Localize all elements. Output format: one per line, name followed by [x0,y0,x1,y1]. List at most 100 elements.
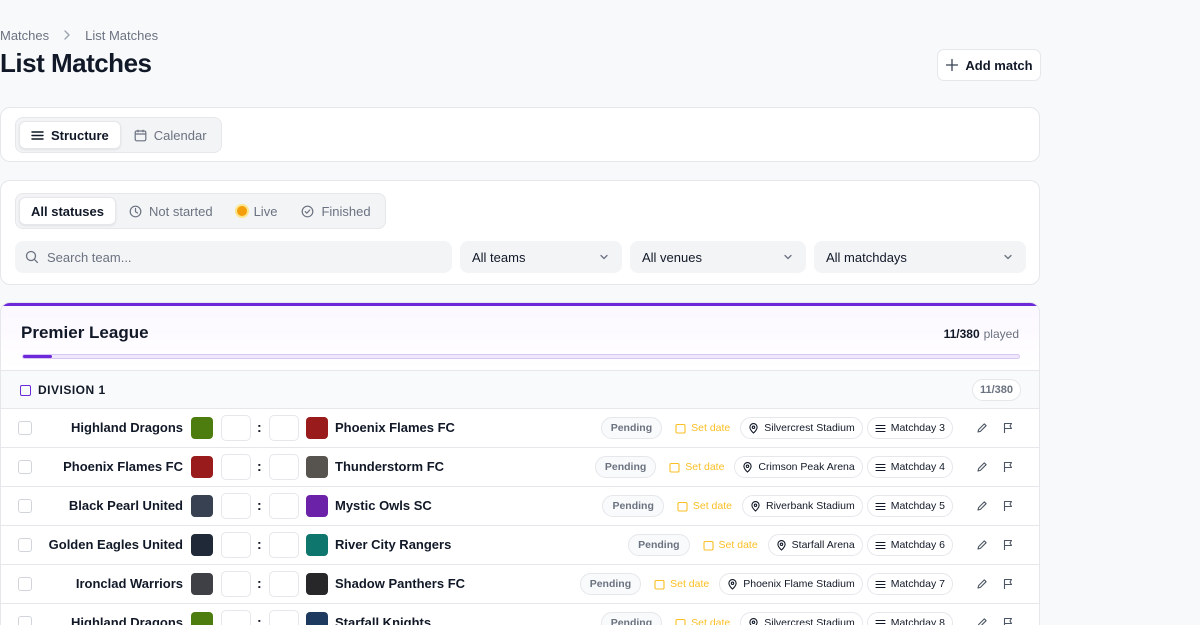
set-date-button[interactable]: Set date [671,500,738,512]
away-score-input[interactable] [269,493,299,519]
matchday-chip[interactable]: Matchday 6 [866,534,953,556]
match-meta: Pending Set date Phoenix Flame Stadium M… [579,572,1019,596]
home-team-name[interactable]: Golden Eagles United [49,537,183,552]
league-played: 11/380 played [944,327,1019,341]
clock-icon [129,205,142,217]
home-score-input[interactable] [221,532,251,558]
calendar-icon [702,540,714,551]
away-team-name[interactable]: River City Rangers [335,537,451,552]
division-header[interactable]: DIVISION 1 11/380 [1,370,1039,409]
venue-label: Silvercrest Stadium [764,422,855,434]
division-name: DIVISION 1 [38,383,106,397]
match-checkbox[interactable] [18,499,32,513]
flag-icon [1003,539,1013,550]
report-button[interactable] [997,573,1019,595]
match-checkbox[interactable] [18,421,32,435]
home-score-input[interactable] [221,571,251,597]
score-separator: : [257,497,262,513]
matchday-chip[interactable]: Matchday 4 [866,456,953,478]
division-checkbox[interactable] [20,385,31,396]
match-row[interactable]: Black Pearl United : Mystic Owls SC Pend… [1,487,1039,526]
venue-chip[interactable]: Starfall Arena [767,534,863,556]
set-date-label: Set date [691,422,731,434]
away-score-input[interactable] [269,571,299,597]
venue-chip[interactable]: Silvercrest Stadium [740,417,863,439]
flag-icon [1003,578,1013,589]
away-team-name[interactable]: Mystic Owls SC [335,498,432,513]
venue-chip[interactable]: Riverbank Stadium [742,495,863,517]
score-separator: : [257,575,262,591]
tab-structure-label: Structure [51,127,109,143]
match-checkbox[interactable] [18,538,32,552]
teams-select[interactable]: All teams [460,241,622,273]
matchday-chip[interactable]: Matchday 3 [866,417,953,439]
home-team-name[interactable]: Highland Dragons [71,615,183,625]
away-score-input[interactable] [269,532,299,558]
matchday-chip[interactable]: Matchday 8 [866,612,953,625]
venue-label: Crimson Peak Arena [758,461,855,473]
edit-button[interactable] [971,456,993,478]
home-score-input[interactable] [221,493,251,519]
list-icon [875,541,886,549]
match-row[interactable]: Phoenix Flames FC : Thunderstorm FC Pend… [1,448,1039,487]
set-date-button[interactable]: Set date [669,617,736,625]
home-score-input[interactable] [221,610,251,625]
edit-button[interactable] [971,417,993,439]
report-button[interactable] [997,534,1019,556]
edit-button[interactable] [971,534,993,556]
match-meta: Pending Set date Riverbank Stadium Match… [602,494,1019,518]
match-row[interactable]: Highland Dragons : Starfall Knights Pend… [1,604,1039,625]
filter-live[interactable]: Live [226,197,289,225]
venue-chip[interactable]: Silvercrest Stadium [740,612,863,625]
home-team-name[interactable]: Black Pearl United [69,498,183,513]
set-date-button[interactable]: Set date [697,539,764,551]
matchday-chip[interactable]: Matchday 7 [866,573,953,595]
home-team-name[interactable]: Ironclad Warriors [76,576,183,591]
edit-button[interactable] [971,612,993,625]
add-match-button[interactable]: Add match [937,49,1041,81]
away-team-name[interactable]: Thunderstorm FC [335,459,444,474]
set-date-label: Set date [692,500,732,512]
report-button[interactable] [997,456,1019,478]
away-team-name[interactable]: Phoenix Flames FC [335,420,455,435]
home-score-input[interactable] [221,454,251,480]
report-button[interactable] [997,612,1019,625]
match-row[interactable]: Ironclad Warriors : Shadow Panthers FC P… [1,565,1039,604]
matchdays-select[interactable]: All matchdays [814,241,1026,273]
venue-chip[interactable]: Phoenix Flame Stadium [719,573,863,595]
set-date-label: Set date [685,461,725,473]
set-date-button[interactable]: Set date [648,578,715,590]
edit-button[interactable] [971,573,993,595]
matchday-chip[interactable]: Matchday 5 [866,495,953,517]
set-date-button[interactable]: Set date [663,461,730,473]
away-team-name[interactable]: Shadow Panthers FC [335,576,465,591]
venue-chip[interactable]: Crimson Peak Arena [734,456,863,478]
home-team-crest-icon [191,573,213,595]
set-date-button[interactable]: Set date [669,422,736,434]
away-team-name[interactable]: Starfall Knights [335,615,431,625]
breadcrumb-root[interactable]: Matches [0,28,49,43]
filter-not-started[interactable]: Not started [118,197,224,225]
report-button[interactable] [997,417,1019,439]
venues-select[interactable]: All venues [630,241,806,273]
tab-calendar[interactable]: Calendar [123,121,218,149]
league-progress-bar [22,354,1020,359]
home-score-input[interactable] [221,415,251,441]
filter-all-statuses[interactable]: All statuses [19,197,116,225]
away-score-input[interactable] [269,454,299,480]
home-team-name[interactable]: Phoenix Flames FC [63,459,183,474]
match-checkbox[interactable] [18,616,32,625]
home-team-name[interactable]: Highland Dragons [71,420,183,435]
set-date-label: Set date [718,539,758,551]
search-input[interactable] [47,249,427,265]
tab-structure[interactable]: Structure [19,121,121,149]
match-row[interactable]: Highland Dragons : Phoenix Flames FC Pen… [1,409,1039,448]
match-checkbox[interactable] [18,577,32,591]
away-score-input[interactable] [269,415,299,441]
match-row[interactable]: Golden Eagles United : River City Ranger… [1,526,1039,565]
match-checkbox[interactable] [18,460,32,474]
report-button[interactable] [997,495,1019,517]
filter-finished[interactable]: Finished [290,197,381,225]
edit-button[interactable] [971,495,993,517]
away-score-input[interactable] [269,610,299,625]
